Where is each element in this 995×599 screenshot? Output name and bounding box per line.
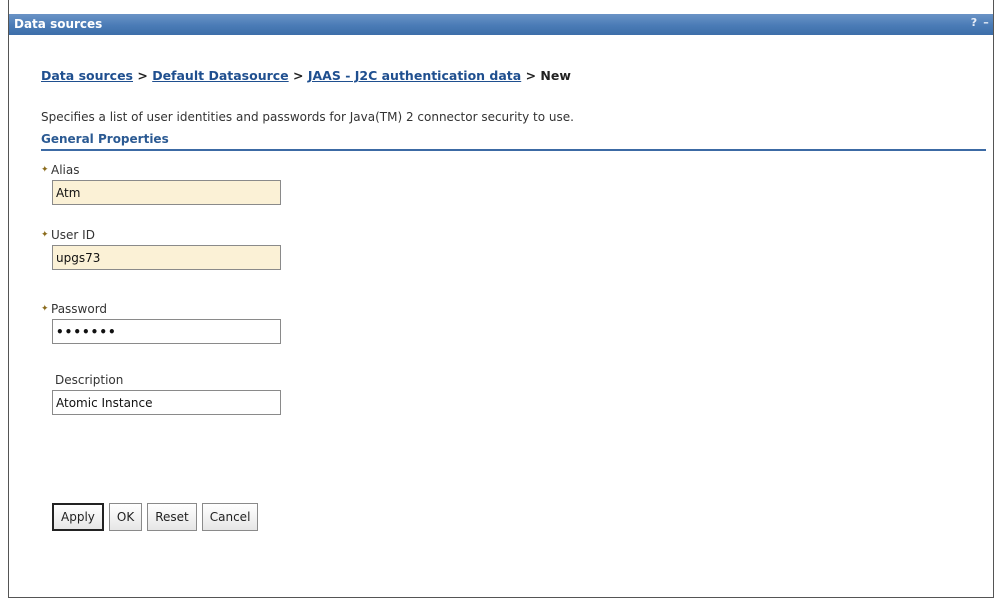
breadcrumb-separator: > [525, 68, 537, 83]
apply-button[interactable]: Apply [52, 503, 104, 531]
description-input[interactable] [52, 390, 281, 415]
panel-title-bar: Data sources ? – [9, 14, 993, 35]
description-field-group: Description [41, 373, 281, 415]
breadcrumb-separator: > [137, 68, 148, 83]
required-icon: ✦ [41, 164, 49, 175]
password-label: Password [51, 302, 108, 316]
reset-button[interactable]: Reset [147, 503, 197, 531]
panel-title: Data sources [14, 17, 103, 31]
alias-label: Alias [51, 163, 80, 177]
ok-button[interactable]: OK [108, 503, 143, 531]
user-id-field-group: ✦ User ID [41, 228, 281, 270]
breadcrumb-link-data-sources[interactable]: Data sources [41, 68, 133, 83]
data-sources-panel: Data sources ? – Data sources > Default … [8, 0, 994, 598]
password-field-group: ✦ Password [41, 302, 281, 344]
title-bar-icons: ? – [969, 15, 991, 31]
user-id-label: User ID [51, 228, 95, 242]
cancel-button[interactable]: Cancel [201, 503, 259, 531]
page-description: Specifies a list of user identities and … [41, 110, 574, 124]
password-input[interactable] [52, 319, 281, 344]
required-icon: ✦ [41, 229, 49, 240]
breadcrumb-link-default-datasource[interactable]: Default Datasource [152, 68, 288, 83]
breadcrumb-link-jaas-auth-data[interactable]: JAAS - J2C authentication data [308, 68, 521, 83]
breadcrumb-separator: > [293, 68, 304, 83]
alias-input[interactable] [52, 180, 281, 205]
alias-field-group: ✦ Alias [41, 163, 281, 205]
help-icon[interactable]: ? [969, 15, 979, 31]
section-title-general-properties: General Properties [41, 132, 986, 151]
user-id-input[interactable] [52, 245, 281, 270]
breadcrumb-current: New [540, 68, 571, 83]
form-buttons: Apply OK Reset Cancel [52, 503, 259, 531]
minimize-icon[interactable]: – [981, 15, 991, 31]
breadcrumb: Data sources > Default Datasource > JAAS… [41, 68, 975, 83]
required-icon: ✦ [41, 303, 49, 314]
description-label: Description [55, 373, 124, 387]
page-content: Data sources > Default Datasource > JAAS… [41, 68, 986, 531]
